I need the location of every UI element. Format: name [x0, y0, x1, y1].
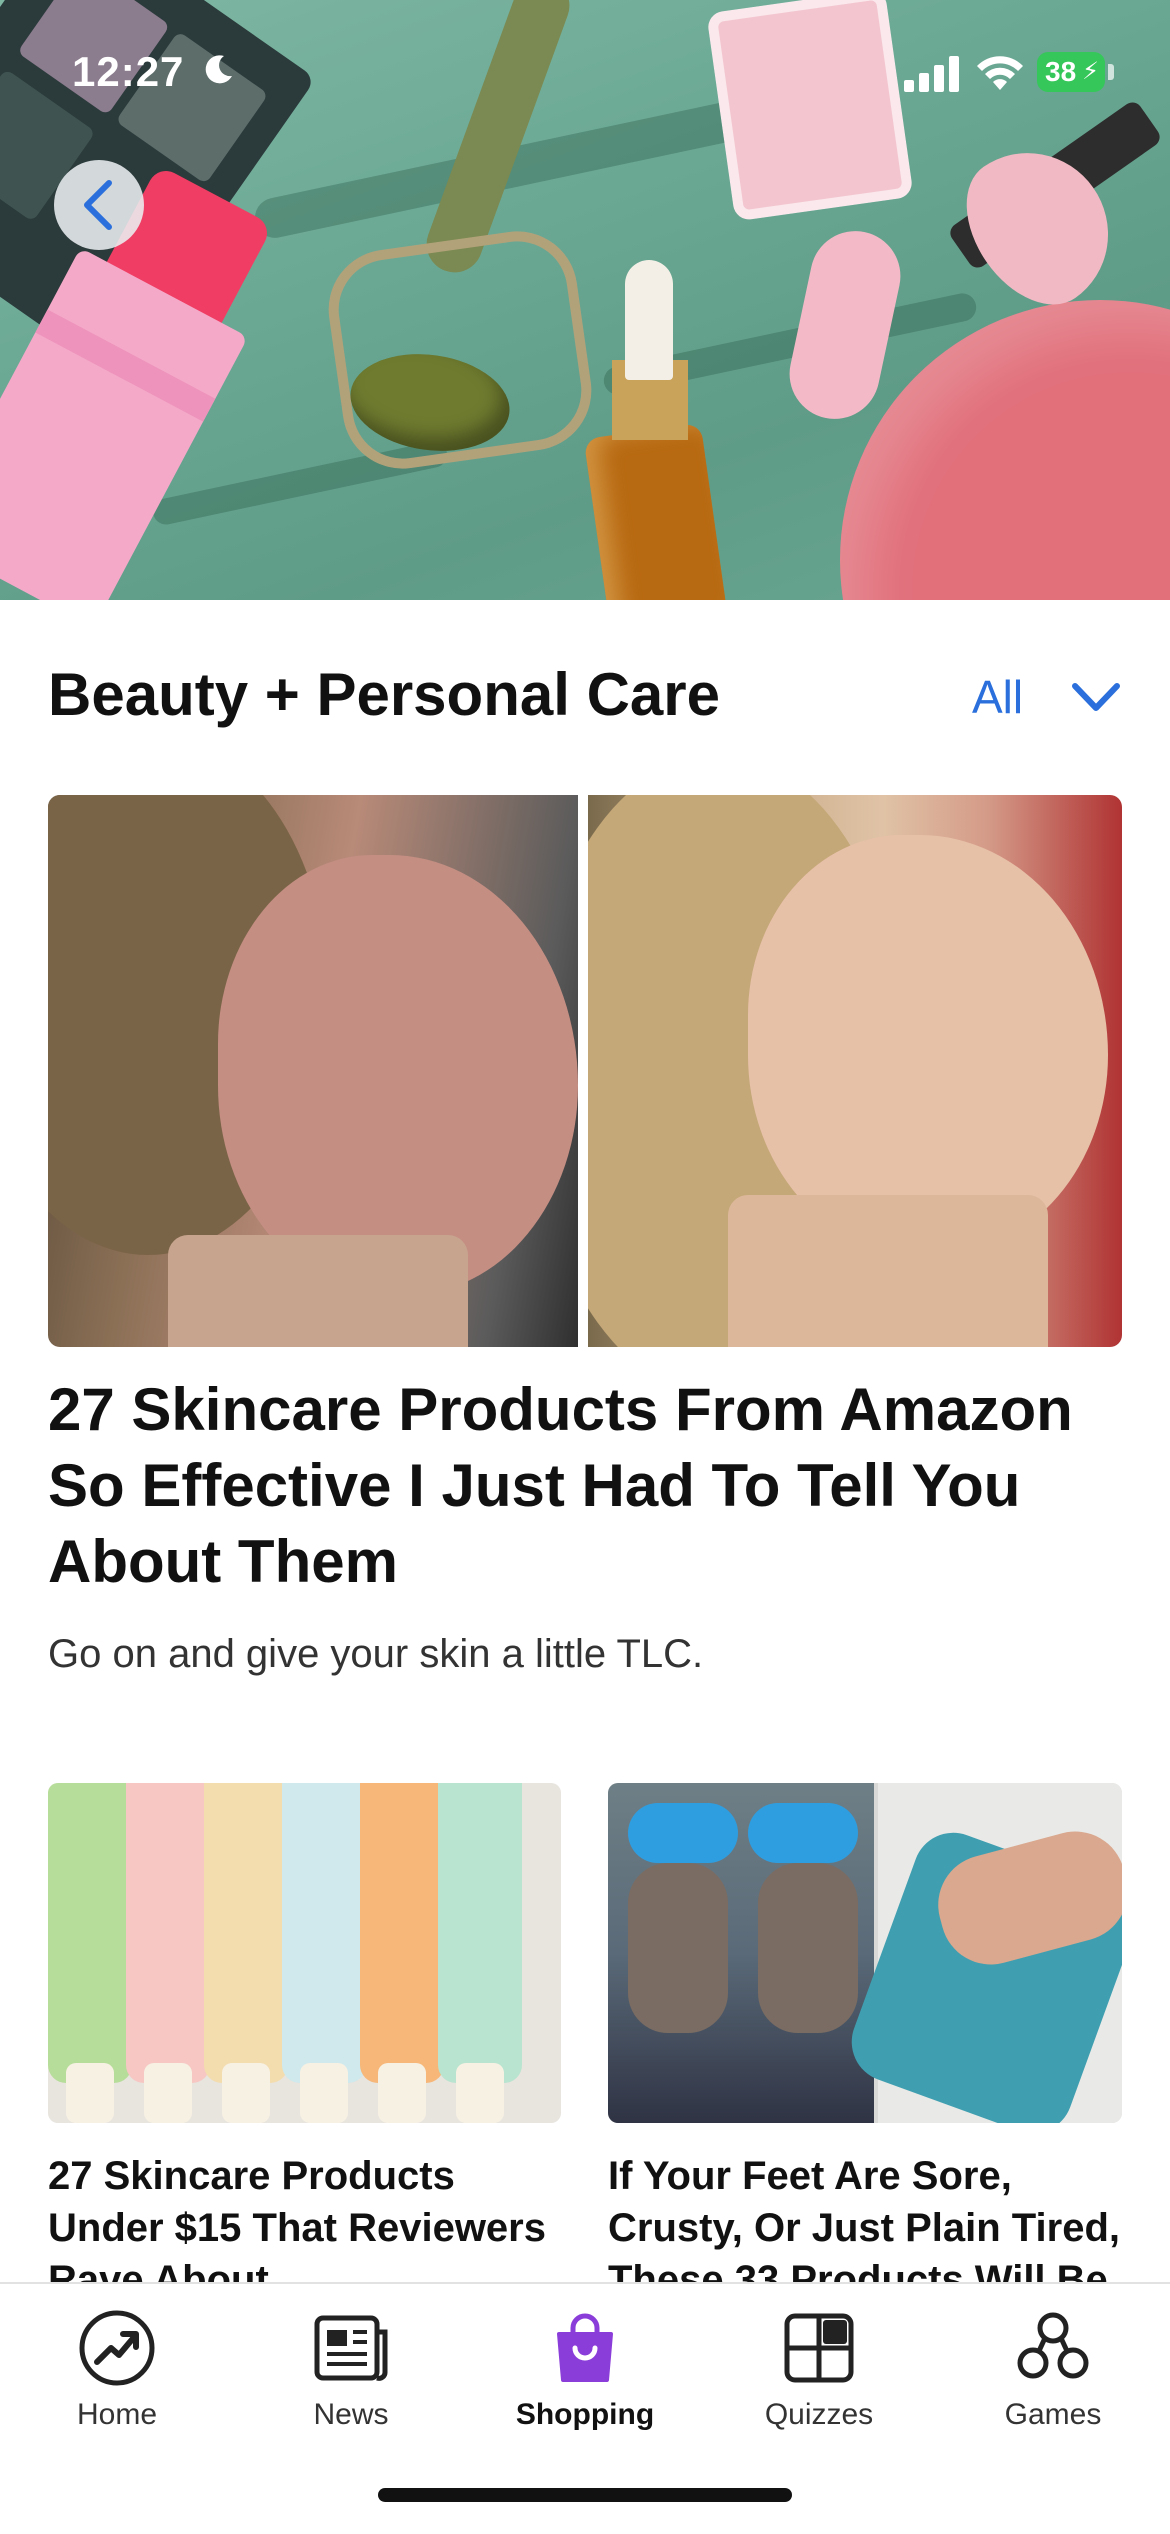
toe-separator	[748, 1803, 858, 1863]
foot-shape	[758, 1863, 858, 2033]
shopping-bag-icon	[557, 2313, 613, 2382]
after-photo	[588, 795, 1122, 1347]
tab-label-home: Home	[76, 2398, 158, 2431]
balm-cap	[456, 2063, 504, 2123]
balm-cap	[66, 2063, 114, 2123]
before-photo	[48, 795, 578, 1347]
battery-level: 38	[1045, 56, 1077, 87]
feature-article-image[interactable]	[48, 795, 1122, 1347]
feature-article-title[interactable]: 27 Skincare Products From Amazon So Effe…	[48, 1372, 1128, 1600]
back-button[interactable]	[54, 160, 144, 250]
foot-photo-left	[608, 1783, 874, 2123]
tab-label-quizzes: Quizzes	[764, 2398, 874, 2431]
tab-label-games: Games	[1004, 2398, 1102, 2431]
serum-bottle	[583, 422, 729, 600]
home-indicator[interactable]	[378, 2488, 792, 2502]
chevron-down-icon	[1072, 683, 1121, 711]
card-image-foot-products[interactable]	[608, 1783, 1122, 2123]
nail-polish-bottle	[706, 0, 914, 222]
charging-bolt-icon: ⚡	[1082, 58, 1099, 85]
tab-news[interactable]: News	[234, 2284, 468, 2454]
filter-label: All	[972, 671, 1024, 723]
battery-cap	[1108, 64, 1114, 80]
games-circles-icon	[1017, 2312, 1089, 2379]
blush-compact	[840, 300, 1170, 600]
foot-shape	[628, 1863, 728, 2033]
trending-arrow-icon	[79, 2310, 155, 2386]
balm-tube	[204, 1783, 288, 2123]
neck-shape	[728, 1195, 1048, 1347]
balm-cap	[378, 2063, 426, 2123]
tab-quizzes[interactable]: Quizzes	[702, 2284, 936, 2454]
battery-indicator: 38 ⚡	[1037, 52, 1105, 92]
serum-dropper-cap	[625, 260, 673, 380]
balm-tube	[438, 1783, 522, 2123]
hero-banner: 12:27 38 ⚡	[0, 0, 1170, 600]
neck-shape	[168, 1235, 468, 1347]
foot-photo-right	[840, 1783, 1122, 2123]
chevron-left-icon	[84, 180, 112, 230]
status-time: 12:27	[72, 48, 185, 95]
tab-label-news: News	[313, 2398, 389, 2431]
balm-tube	[48, 1783, 132, 2123]
card-image-lip-balms[interactable]	[48, 1783, 561, 2123]
feature-article-subtitle: Go on and give your skin a little TLC.	[48, 1632, 704, 1676]
tab-label-shopping: Shopping	[515, 2398, 655, 2431]
toe-separator	[628, 1803, 738, 1863]
balm-cap	[222, 2063, 270, 2123]
moon-icon	[205, 55, 232, 84]
balm-tube	[126, 1783, 210, 2123]
tab-shopping[interactable]: Shopping	[468, 2284, 702, 2454]
newspaper-icon	[314, 2315, 388, 2381]
balm-tube	[360, 1783, 444, 2123]
quiz-grid-icon	[784, 2313, 854, 2383]
tab-games[interactable]: Games	[936, 2284, 1170, 2454]
section-title: Beauty + Personal Care	[48, 661, 720, 728]
tab-home[interactable]: Home	[0, 2284, 234, 2454]
category-filter-dropdown[interactable]: All	[972, 670, 1121, 724]
nail-polish-drip	[781, 222, 909, 428]
balm-cap	[144, 2063, 192, 2123]
balm-tube	[282, 1783, 366, 2123]
balm-cap	[300, 2063, 348, 2123]
face-shape	[218, 855, 578, 1295]
face-shape	[748, 835, 1108, 1255]
signal-icon	[904, 56, 959, 92]
wifi-icon	[977, 56, 1023, 90]
